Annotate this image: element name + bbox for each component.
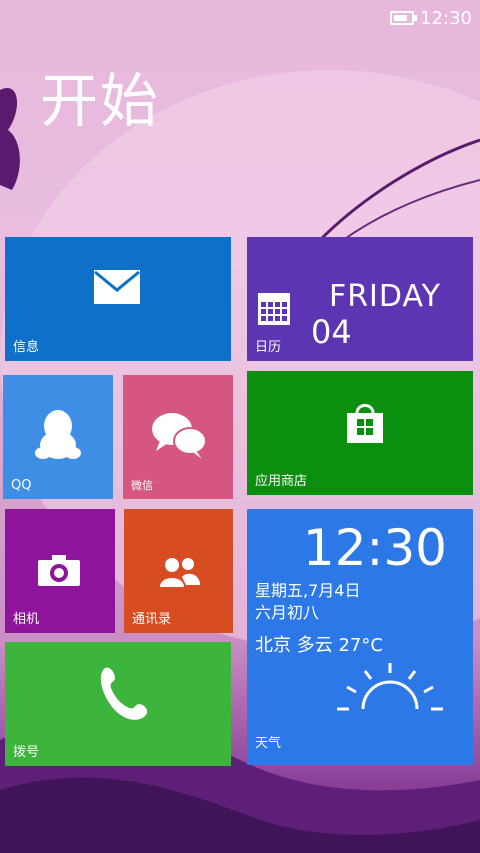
tile-label: 拨号 <box>13 745 40 760</box>
calendar-day: FRIDAY <box>328 279 441 314</box>
tile-label: 信息 <box>13 340 40 355</box>
tile-label: 相机 <box>13 612 40 627</box>
tile-label: 天气 <box>255 736 282 751</box>
calendar-date: 04 <box>311 313 352 351</box>
weather-time: 12:30 <box>302 519 447 577</box>
tile-label: 日历 <box>255 340 282 355</box>
tile-messages[interactable]: 信息 <box>5 237 231 361</box>
people-icon <box>160 558 200 587</box>
store-bag-icon <box>347 404 383 443</box>
status-bar: 12:30 <box>390 6 472 30</box>
weather-date: 星期五,7月4日 <box>255 581 361 600</box>
tile-calendar[interactable]: FRIDAY 04 日历 <box>247 237 473 361</box>
tile-dialer[interactable]: 拨号 <box>5 642 231 766</box>
page-title: 开始 <box>40 67 161 135</box>
weather-forecast: 北京 多云 27°C <box>255 635 383 656</box>
sun-icon <box>337 663 443 711</box>
tile-label: 应用商店 <box>255 474 308 489</box>
tile-label: 微信 <box>131 479 153 492</box>
tile-wechat[interactable]: 微信 <box>123 375 233 499</box>
status-time: 12:30 <box>420 7 472 29</box>
penguin-icon <box>35 410 81 459</box>
envelope-icon <box>94 270 140 304</box>
calendar-icon <box>258 293 290 325</box>
tile-qq[interactable]: QQ <box>3 375 113 499</box>
battery-icon <box>390 11 418 25</box>
chat-bubbles-icon <box>152 413 207 459</box>
tile-label: 通讯录 <box>132 612 172 627</box>
tile-contacts[interactable]: 通讯录 <box>124 509 233 633</box>
tile-camera[interactable]: 相机 <box>5 509 115 633</box>
camera-icon <box>38 555 80 586</box>
phone-icon <box>100 667 147 720</box>
tile-app-store[interactable]: 应用商店 <box>247 371 473 495</box>
tile-weather[interactable]: 12:30 星期五,7月4日 六月初八 北京 多云 27°C 天气 <box>247 509 473 765</box>
tile-label: QQ <box>11 478 32 493</box>
weather-lunar-date: 六月初八 <box>255 603 320 622</box>
